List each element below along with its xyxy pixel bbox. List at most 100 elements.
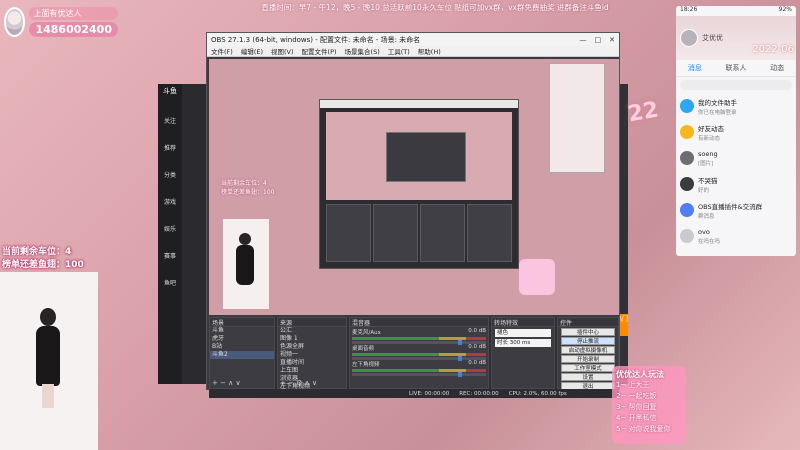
douyu-nav-category[interactable]: 分类 [158,170,182,179]
mixer-channel-db: 0.0 dB [468,360,486,366]
menu-scene-collection[interactable]: 场景集合(S) [345,46,380,56]
phone-tabs: 消息 联系人 动态 [676,60,796,77]
obs-title: OBS 27.1.3 (64-bit, windows) - 配置文件: 未命名… [211,35,421,44]
scene-item[interactable]: B站 [210,343,274,351]
sources-dock-footer[interactable]: + − ⚙ ∧ ∨ [280,379,317,387]
phone-time: 18:26 [680,6,698,13]
scene-item-selected[interactable]: 斗鱼2 [210,351,274,359]
tab-messages[interactable]: 消息 [688,63,702,73]
source-item[interactable]: 视频一 [278,351,346,359]
hint-row: 3~ 帮你回复 [616,403,657,411]
obs-window: OBS 27.1.3 (64-bit, windows) - 配置文件: 未命名… [206,32,620,398]
menu-profile[interactable]: 配置文件(P) [302,46,337,56]
transition-select[interactable]: 褪色 [495,329,551,337]
douyu-nav-bar[interactable]: 鱼吧 [158,278,182,287]
audio-meter [352,337,486,340]
douyu-nav-game[interactable]: 游戏 [158,197,182,206]
minimize-icon[interactable]: — [580,36,587,44]
hint-box: 优优达人玩法 1~ 上大王 2~ 一起吃饭 3~ 帮你回复 4~ 开黑私信 5~… [612,366,686,444]
settings-button[interactable]: 设置 [561,373,615,381]
douyu-nav-follow[interactable]: 关注 [158,116,182,125]
avatar [4,7,26,37]
phone-qq-panel: 18:26 92% 艾优优 2022-06 消息 联系人 动态 我的文件助手 你已… [676,6,796,256]
mixer-channel: 桌面音频 0.0 dB [350,343,488,361]
menu-view[interactable]: 视图(V) [271,46,294,56]
chat-name: 我的文件助手 [698,98,737,107]
menu-tools[interactable]: 工具(T) [388,46,410,56]
chat-preview: 有新动态 [698,135,721,142]
fish-needed-text: 榜单还差鱼翅：100 [2,260,84,270]
live-time: LIVE: 00:00:00 [409,390,450,397]
mixer-channel-name: 麦克风/Aux [352,330,381,336]
virtual-camera-button[interactable]: 启动虚拟摄像机 [561,346,615,354]
preview-fish-text: 榜单还差鱼翅：100 [221,189,275,196]
preview-phone-capture [549,63,605,173]
menu-help[interactable]: 帮助(H) [418,46,441,56]
volume-slider[interactable] [352,356,486,361]
chat-item[interactable]: soeng [图片] [676,145,796,171]
douyu-nav-event[interactable]: 赛事 [158,251,182,260]
scene-item[interactable]: 虎牙 [210,335,274,343]
source-item[interactable]: 上车图 [278,367,346,375]
chat-preview: [图片] [698,160,714,167]
controls-dock: 控件 插件中心 停止推流 启动虚拟摄像机 开始录制 工作室模式 设置 退出 [557,317,619,390]
mixer-channel: 麦克风/Aux 0.0 dB [350,327,488,345]
obs-preview[interactable]: 当前剩余车位：4 榜单还差鱼翅：100 [209,59,619,315]
transitions-dock-title: 转场特效 [492,318,554,327]
studio-mode-button[interactable]: 工作室模式 [561,364,615,372]
transition-duration[interactable]: 时长 300 ms [495,339,551,347]
menu-edit[interactable]: 编辑(E) [241,46,263,56]
source-item[interactable]: 图像 1 [278,335,346,343]
search-input[interactable] [680,80,792,90]
chat-preview: 你已在电脑登录 [698,109,737,116]
phone-battery: 92% [778,6,792,13]
start-recording-button[interactable]: 开始录制 [561,355,615,363]
streamer-card: 上面有优达人 1486002400 [4,4,118,40]
chat-avatar-icon [680,203,694,217]
chat-item[interactable]: 不哭猫 好的 [676,171,796,197]
rec-time: REC: 00:00:00 [459,390,499,397]
obs-statusbar: LIVE: 00:00:00 REC: 00:00:00 CPU: 2.0%, … [209,389,619,398]
chat-item[interactable]: 我的文件助手 你已在电脑登录 [676,93,796,119]
scenes-dock-title: 场景 [210,318,274,327]
webcam-feed [0,272,98,450]
preview-camera [223,219,269,309]
mixer-channel-name: 左下角视频 [352,362,380,368]
volume-slider[interactable] [352,372,486,377]
chat-avatar-icon [680,229,694,243]
tab-contacts[interactable]: 联系人 [725,63,746,73]
plugin-center-button[interactable]: 插件中心 [561,328,615,336]
preview-nested-obs [319,99,519,269]
source-item[interactable]: 直播时间 [278,359,346,367]
tab-feed[interactable]: 动态 [770,63,784,73]
menu-file[interactable]: 文件(F) [211,46,233,56]
scenes-dock-footer[interactable]: + − ∧ ∨ [212,379,241,387]
audio-meter [352,369,486,372]
source-item[interactable]: 色源全屏 [278,343,346,351]
stop-streaming-button[interactable]: 停止推流 [561,337,615,345]
chat-name: soeng [698,149,718,158]
chat-item[interactable]: 好友动态 有新动态 [676,119,796,145]
close-icon[interactable]: ✕ [609,36,615,44]
sources-dock-title: 来源 [278,318,346,327]
mixer-dock-title: 混音器 [350,318,488,327]
deco-number: 22 [626,97,661,128]
source-item[interactable]: 公汇 [278,327,346,335]
douyu-sidebar: 斗鱼 关注 推荐 分类 游戏 娱乐 赛事 鱼吧 [158,84,182,384]
room-id: 1486002400 [29,22,118,37]
chat-item[interactable]: OBS直播插件&交流群 群消息 [676,197,796,223]
streamer-name: 上面有优达人 [29,7,118,20]
maximize-icon[interactable]: □ [595,36,602,44]
chat-name: ovo [698,227,710,236]
douyu-nav-recommend[interactable]: 推荐 [158,143,182,152]
controls-dock-title: 控件 [558,318,618,327]
avatar[interactable] [680,29,698,47]
phone-statusbar: 18:26 92% [676,6,796,16]
chat-item[interactable]: ovo 在吗在吗 [676,223,796,249]
chat-avatar-icon [680,125,694,139]
hint-row: 2~ 一起吃饭 [616,392,657,400]
scene-item[interactable]: 斗鱼 [210,327,274,335]
hint-row: 4~ 开黑私信 [616,414,657,422]
douyu-nav-fun[interactable]: 娱乐 [158,224,182,233]
volume-slider[interactable] [352,340,486,345]
